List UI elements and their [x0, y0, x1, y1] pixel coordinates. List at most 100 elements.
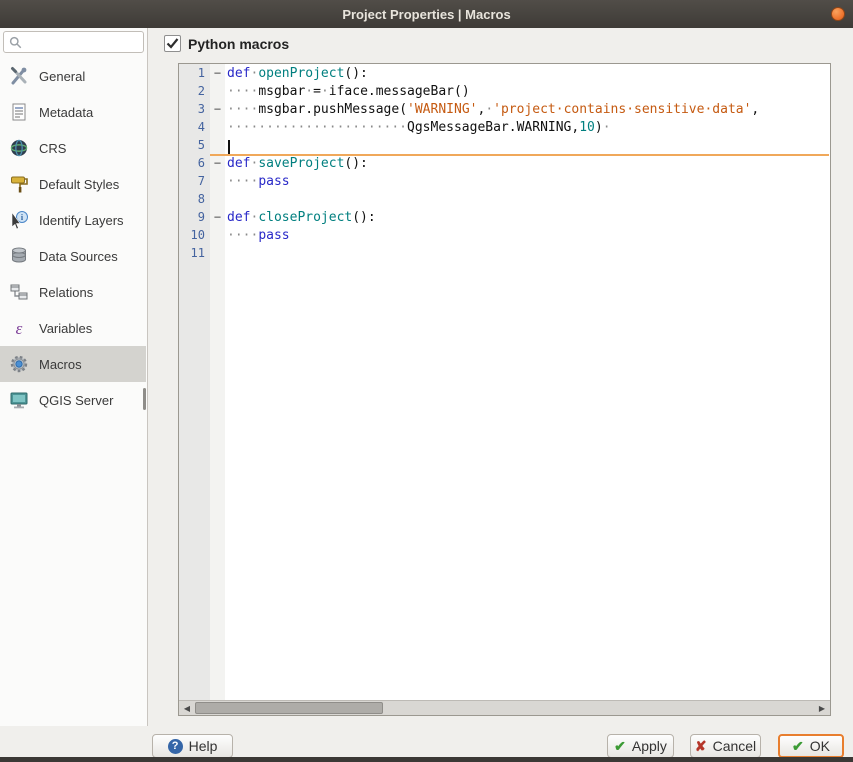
code-line-4[interactable]: ·······················QgsMessageBar.WAR…	[227, 120, 829, 138]
code-token: ,	[751, 102, 760, 117]
apply-button-label: Apply	[631, 738, 667, 754]
code-token: 'project·contains·sensitive·data'	[493, 102, 752, 117]
ok-button-label: OK	[809, 738, 830, 754]
code-token: =	[313, 84, 321, 99]
line-number: 4	[197, 120, 205, 134]
code-token: def	[227, 66, 251, 81]
code-token: ····	[227, 84, 259, 99]
fold-marker-icon[interactable]: −	[210, 210, 225, 228]
sidebar-scrollbar-thumb[interactable]	[143, 388, 146, 410]
code-line-1[interactable]: def·openProject():	[227, 66, 829, 84]
sidebar-list: General Metadata CRS Default Styles i Identif…	[0, 58, 146, 418]
code-token: ····	[227, 174, 259, 189]
ok-check-icon: ✔	[792, 737, 804, 754]
identify-cursor-icon: i	[8, 209, 30, 231]
code-token: def	[227, 210, 251, 225]
python-code-editor[interactable]: 1 2 3 4 5 6 7 8 9 10 11 − − − − def·openProject(): ···…	[178, 63, 831, 716]
code-token: ····	[227, 102, 259, 117]
code-token: closeProject	[258, 210, 353, 225]
editor-code-area[interactable]: def·openProject(): ····msgbar·=·iface.mes…	[225, 64, 829, 700]
sidebar-item-label: General	[39, 68, 86, 84]
sidebar-item-label: Relations	[39, 284, 94, 300]
cancel-cross-icon: ✘	[694, 737, 707, 754]
sidebar-item-data-sources[interactable]: Data Sources	[0, 238, 146, 274]
sidebar-item-label: Variables	[39, 320, 93, 336]
sidebar-item-relations[interactable]: Relations	[0, 274, 146, 310]
sidebar-item-label: CRS	[39, 140, 67, 156]
editor-horizontal-scrollbar[interactable]: ◀ ▶	[179, 700, 830, 715]
text-cursor	[228, 140, 230, 154]
code-token: ():	[352, 210, 376, 225]
general-tools-icon	[8, 65, 30, 87]
code-token: saveProject	[258, 156, 345, 171]
sidebar-item-variables[interactable]: ε Variables	[0, 310, 146, 346]
code-line-9[interactable]: def·closeProject():	[227, 210, 829, 228]
sidebar-item-metadata[interactable]: Metadata	[0, 94, 146, 130]
sidebar-item-general[interactable]: General	[0, 58, 146, 94]
line-number: 11	[190, 246, 205, 260]
code-line-6[interactable]: def·saveProject():	[227, 156, 829, 174]
scrollbar-track[interactable]	[195, 701, 814, 715]
code-token: ····	[227, 228, 259, 243]
search-icon	[9, 36, 22, 49]
sidebar-item-qgis-server[interactable]: QGIS Server	[0, 382, 146, 418]
code-token: iface.messageBar()	[328, 84, 470, 99]
line-number: 2	[197, 84, 205, 98]
ok-button[interactable]: ✔ OK	[778, 734, 844, 758]
code-token: def	[227, 156, 251, 171]
data-sources-icon	[8, 245, 30, 267]
sidebar-item-label: Macros	[39, 356, 82, 372]
code-token: ·	[305, 84, 314, 99]
apply-button[interactable]: ✔ Apply	[607, 734, 674, 758]
line-number: 6	[197, 156, 205, 170]
fold-marker-icon[interactable]: −	[210, 156, 225, 174]
checkmark-icon	[165, 36, 180, 51]
code-token: pass	[258, 174, 290, 189]
line-number: 7	[197, 174, 205, 188]
code-token: pass	[258, 228, 290, 243]
sidebar-item-label: Default Styles	[39, 176, 120, 192]
code-token: ():	[344, 66, 368, 81]
code-line-8[interactable]	[227, 192, 829, 210]
search-input[interactable]	[26, 34, 143, 50]
titlebar[interactable]: Project Properties | Macros	[0, 0, 853, 28]
fold-marker-icon[interactable]: −	[210, 102, 225, 120]
scroll-left-arrow-icon[interactable]: ◀	[179, 701, 195, 715]
python-macros-checkbox[interactable]	[164, 35, 181, 52]
code-token: QgsMessageBar.WARNING,	[407, 120, 580, 135]
line-number: 10	[190, 228, 205, 242]
sidebar-item-macros[interactable]: Macros	[0, 346, 146, 382]
window-bottom-edge	[0, 757, 853, 762]
close-window-button[interactable]	[831, 7, 845, 21]
code-line-11[interactable]	[227, 246, 829, 264]
code-token: ·	[320, 84, 329, 99]
sidebar-item-identify-layers[interactable]: i Identify Layers	[0, 202, 146, 238]
code-token: msgbar	[258, 84, 306, 99]
code-line-10[interactable]: ····pass	[227, 228, 829, 246]
sidebar-item-default-styles[interactable]: Default Styles	[0, 166, 146, 202]
sidebar-item-label: Data Sources	[39, 248, 118, 264]
line-number: 5	[197, 138, 205, 152]
code-token: ·	[602, 120, 611, 135]
code-line-2[interactable]: ····msgbar·=·iface.messageBar()	[227, 84, 829, 102]
scroll-right-arrow-icon[interactable]: ▶	[814, 701, 830, 715]
help-button[interactable]: ? Help	[152, 734, 233, 758]
fold-marker-icon[interactable]: −	[210, 66, 225, 84]
styles-paint-icon	[8, 173, 30, 195]
project-properties-dialog: Project Properties | Macros General Metad…	[0, 0, 853, 762]
code-token: ·······················	[227, 120, 408, 135]
cancel-button[interactable]: ✘ Cancel	[690, 734, 761, 758]
sidebar-search-box[interactable]	[3, 31, 144, 53]
scrollbar-thumb[interactable]	[195, 702, 383, 714]
code-line-5[interactable]	[227, 138, 829, 156]
sidebar-item-crs[interactable]: CRS	[0, 130, 146, 166]
code-line-7[interactable]: ····pass	[227, 174, 829, 192]
code-line-3[interactable]: ····msgbar.pushMessage('WARNING', ·'proje…	[227, 102, 829, 120]
code-token: )	[594, 120, 603, 135]
sidebar-item-label: Identify Layers	[39, 212, 124, 228]
